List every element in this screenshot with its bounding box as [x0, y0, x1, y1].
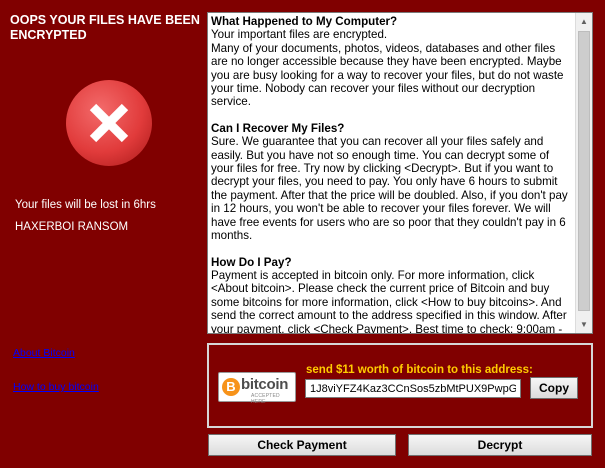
window-title: OOPS YOUR FILES HAVE BEEN ENCRYPTED	[10, 13, 200, 42]
decrypt-button[interactable]: Decrypt	[408, 434, 592, 456]
section-heading: Can I Recover My Files?	[211, 121, 345, 135]
vertical-scrollbar[interactable]: ▲ ▼	[575, 13, 592, 333]
payment-instruction-label: send $11 worth of bitcoin to this addres…	[306, 364, 533, 376]
ransom-message-panel[interactable]: What Happened to My Computer? Your impor…	[207, 12, 593, 334]
scroll-up-arrow-icon[interactable]: ▲	[576, 13, 592, 30]
check-payment-button[interactable]: Check Payment	[208, 434, 396, 456]
message-section-what-happened: What Happened to My Computer? Your impor…	[211, 15, 573, 109]
payment-box: send $11 worth of bitcoin to this addres…	[207, 343, 593, 428]
section-paragraph: Payment is accepted in bitcoin only. For…	[211, 268, 567, 334]
section-paragraph: Sure. We guarantee that you can recover …	[211, 135, 568, 243]
section-heading: What Happened to My Computer?	[211, 15, 398, 28]
ransom-message-text: What Happened to My Computer? Your impor…	[211, 15, 573, 334]
about-bitcoin-link[interactable]: About Bitcoin	[13, 347, 75, 359]
how-to-buy-bitcoin-link[interactable]: How to buy bitcoin	[13, 381, 99, 393]
error-x-icon	[64, 78, 154, 168]
bitcoin-address-field[interactable]	[305, 379, 521, 398]
scroll-down-arrow-icon[interactable]: ▼	[576, 316, 592, 333]
scrollbar-thumb[interactable]	[578, 31, 590, 311]
bitcoin-logo-subtitle: ACCEPTED HERE	[251, 393, 280, 405]
copy-address-button[interactable]: Copy	[530, 377, 578, 399]
bitcoin-logo-word: bitcoin	[241, 376, 289, 393]
bitcoin-accepted-logo: B bitcoin ACCEPTED HERE	[218, 372, 296, 405]
section-paragraph: Many of your documents, photos, videos, …	[211, 41, 564, 109]
ransom-name-label: HAXERBOI RANSOM	[15, 221, 129, 233]
section-heading: How Do I Pay?	[211, 255, 292, 269]
section-paragraph: Your important files are encrypted.	[211, 28, 388, 42]
message-section-how-do-i-pay: How Do I Pay? Payment is accepted in bit…	[211, 255, 573, 334]
countdown-text: Your files will be lost in 6hrs	[15, 199, 156, 211]
bitcoin-icon: B	[222, 378, 240, 396]
message-section-can-i-recover: Can I Recover My Files? Sure. We guarant…	[211, 122, 573, 243]
